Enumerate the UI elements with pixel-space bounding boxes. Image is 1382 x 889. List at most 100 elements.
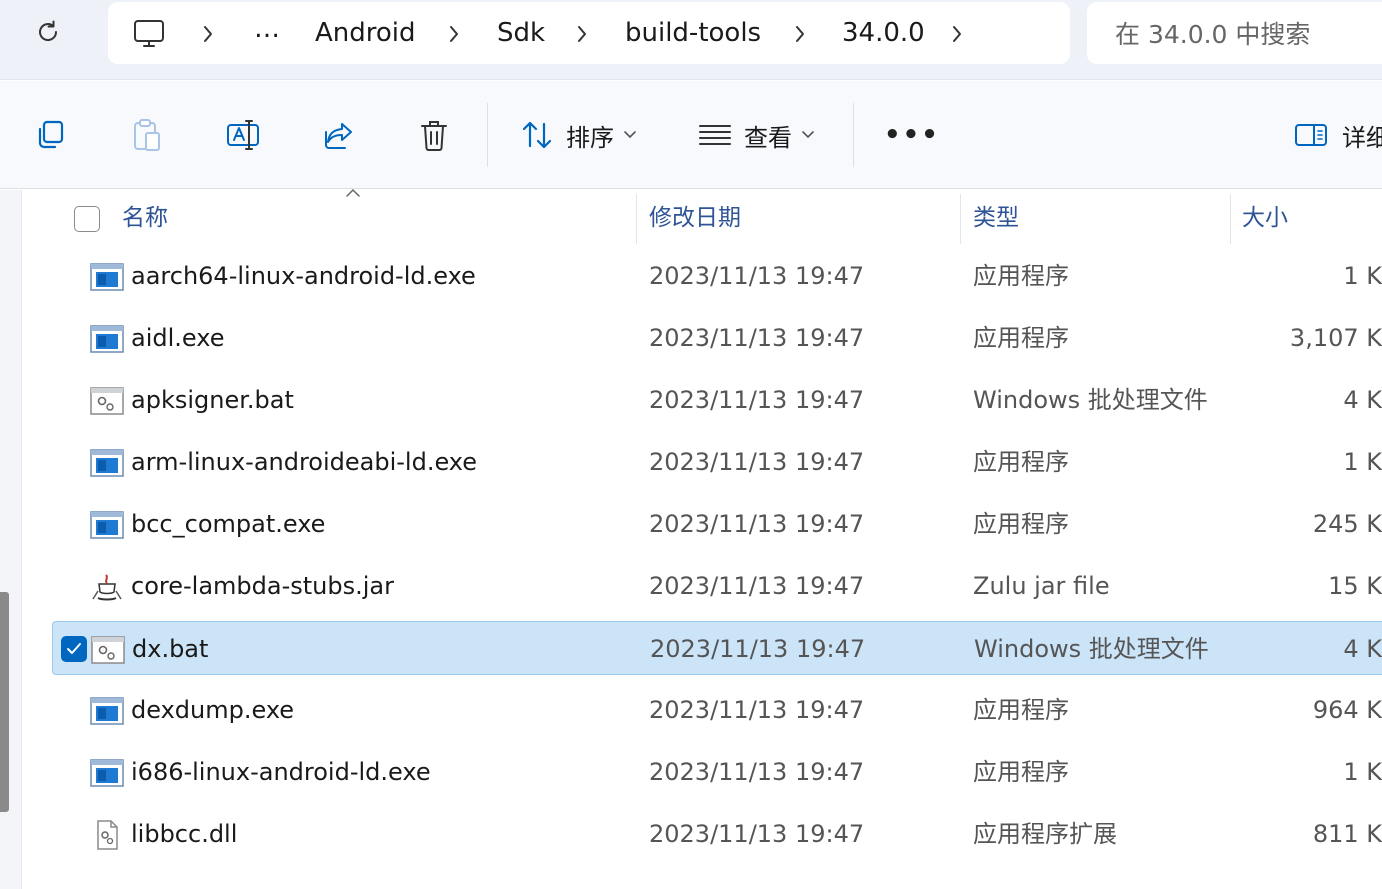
file-type: 应用程序 [973, 696, 1069, 724]
bat-icon [91, 635, 125, 665]
share-icon [325, 123, 352, 149]
file-list: 名称 修改日期 类型 大小 aarch64-linux-android-ld.e… [0, 188, 1382, 889]
chevron-down-icon [802, 131, 814, 139]
file-date: 2023/11/13 19:47 [649, 820, 865, 848]
exe-icon [90, 696, 124, 726]
file-row[interactable]: i686-linux-android-ld.exe 2023/11/13 19:4… [52, 745, 1382, 799]
file-name[interactable]: i686-linux-android-ld.exe [131, 745, 431, 799]
row-checkbox-checked[interactable] [61, 636, 87, 662]
exe-icon [90, 262, 124, 292]
exe-icon [90, 510, 124, 540]
file-type: 应用程序 [973, 758, 1069, 786]
breadcrumb-item-34[interactable]: 34.0.0 [842, 16, 925, 50]
rename-button[interactable] [225, 111, 261, 159]
column-header-name[interactable]: 名称 [122, 190, 168, 244]
paste-button[interactable] [130, 111, 164, 159]
view-label: 查看 [744, 123, 792, 152]
computer-crumb[interactable] [132, 18, 166, 50]
file-row[interactable]: libbcc.dll 2023/11/13 19:47 应用程序扩展 811 K [52, 807, 1382, 861]
file-name[interactable]: aarch64-linux-android-ld.exe [131, 249, 476, 303]
chevron-right-icon [450, 26, 458, 42]
file-size: 1 K [1343, 758, 1382, 786]
file-size: 3,107 K [1289, 324, 1382, 352]
file-row[interactable]: core-lambda-stubs.jar 2023/11/13 19:47 Zul… [52, 559, 1382, 613]
breadcrumb: … Android Sdk build-tools 34.0.0 [108, 2, 1070, 64]
file-row[interactable]: aarch64-linux-android-ld.exe 2023/11/13 1… [52, 249, 1382, 303]
column-header-size[interactable]: 大小 [1242, 190, 1288, 244]
file-size: 15 K [1328, 572, 1382, 600]
checkmark-icon [67, 643, 81, 654]
file-size: 1 K [1343, 262, 1382, 290]
file-date: 2023/11/13 19:47 [649, 758, 865, 786]
monitor-icon [134, 20, 164, 47]
breadcrumb-separator[interactable] [446, 24, 462, 44]
file-size: 4 K [1343, 386, 1382, 414]
column-header-type[interactable]: 类型 [973, 190, 1019, 244]
file-row[interactable]: dexdump.exe 2023/11/13 19:47 应用程序 964 K [52, 683, 1382, 737]
search-box[interactable] [1087, 2, 1382, 64]
sort-ascending-icon [346, 188, 360, 197]
column-divider[interactable] [960, 194, 961, 244]
view-list-icon [699, 125, 731, 145]
trash-icon [421, 121, 447, 151]
file-row[interactable]: bcc_compat.exe 2023/11/13 19:47 应用程序 245 K [52, 497, 1382, 551]
breadcrumb-separator[interactable] [792, 24, 808, 44]
share-button[interactable] [322, 111, 356, 159]
file-type: 应用程序 [973, 324, 1069, 352]
exe-icon [90, 758, 124, 788]
copy-button[interactable] [33, 111, 67, 159]
refresh-button[interactable] [30, 14, 66, 50]
more-options-button[interactable]: ••• [884, 111, 940, 159]
column-divider[interactable] [1230, 194, 1231, 244]
file-name[interactable]: dexdump.exe [131, 683, 294, 737]
breadcrumb-separator[interactable] [949, 24, 965, 44]
details-pane-button[interactable]: 详细 [1294, 111, 1382, 159]
breadcrumb-item-sdk[interactable]: Sdk [497, 16, 545, 50]
file-name[interactable]: libbcc.dll [131, 807, 237, 861]
file-type: Windows 批处理文件 [974, 635, 1209, 663]
column-header-row: 名称 修改日期 类型 大小 [22, 188, 1382, 244]
file-name[interactable]: bcc_compat.exe [131, 497, 325, 551]
more-icon: ••• [884, 120, 940, 150]
file-row[interactable]: dx.bat 2023/11/13 19:47 Windows 批处理文件 4 K [52, 621, 1382, 675]
file-type: Windows 批处理文件 [973, 386, 1208, 414]
delete-button[interactable] [418, 111, 450, 159]
view-button[interactable]: 查看 [698, 111, 814, 159]
file-name[interactable]: arm-linux-androideabi-ld.exe [131, 435, 477, 489]
file-date: 2023/11/13 19:47 [649, 262, 865, 290]
breadcrumb-separator[interactable] [200, 24, 216, 44]
sort-button[interactable]: 排序 [520, 111, 636, 159]
file-name[interactable]: dx.bat [132, 622, 208, 676]
command-bar: 排序 查看 ••• 详细 [0, 81, 1382, 189]
file-name[interactable]: apksigner.bat [131, 373, 294, 427]
breadcrumb-item-build-tools[interactable]: build-tools [625, 16, 761, 50]
file-date: 2023/11/13 19:47 [650, 635, 866, 663]
breadcrumb-item-android[interactable]: Android [315, 16, 416, 50]
chevron-right-icon [953, 26, 961, 42]
select-all-checkbox[interactable] [74, 206, 100, 232]
rename-icon [227, 120, 259, 150]
file-name[interactable]: core-lambda-stubs.jar [131, 559, 394, 613]
column-header-date[interactable]: 修改日期 [649, 190, 741, 244]
vertical-scrollbar-thumb[interactable] [0, 592, 9, 812]
column-divider[interactable] [636, 194, 637, 244]
exe-icon [90, 448, 124, 478]
file-row[interactable]: aidl.exe 2023/11/13 19:47 应用程序 3,107 K [52, 311, 1382, 365]
file-size: 1 K [1343, 448, 1382, 476]
refresh-icon [39, 20, 58, 41]
file-row[interactable]: apksigner.bat 2023/11/13 19:47 Windows 批处理… [52, 373, 1382, 427]
breadcrumb-separator[interactable] [574, 24, 590, 44]
bat-icon [90, 386, 124, 416]
breadcrumb-more[interactable]: … [254, 12, 280, 46]
file-size: 964 K [1312, 696, 1382, 724]
sort-label: 排序 [566, 123, 614, 152]
search-input[interactable] [1115, 14, 1375, 54]
jar-icon [90, 572, 124, 602]
address-bar-area: … Android Sdk build-tools 34.0.0 [0, 0, 1382, 80]
file-name[interactable]: aidl.exe [131, 311, 224, 365]
toolbar-divider [853, 103, 854, 167]
file-type: Zulu jar file [973, 572, 1110, 600]
file-row[interactable]: arm-linux-androideabi-ld.exe 2023/11/13 1… [52, 435, 1382, 489]
chevron-right-icon [204, 26, 212, 42]
file-date: 2023/11/13 19:47 [649, 386, 865, 414]
